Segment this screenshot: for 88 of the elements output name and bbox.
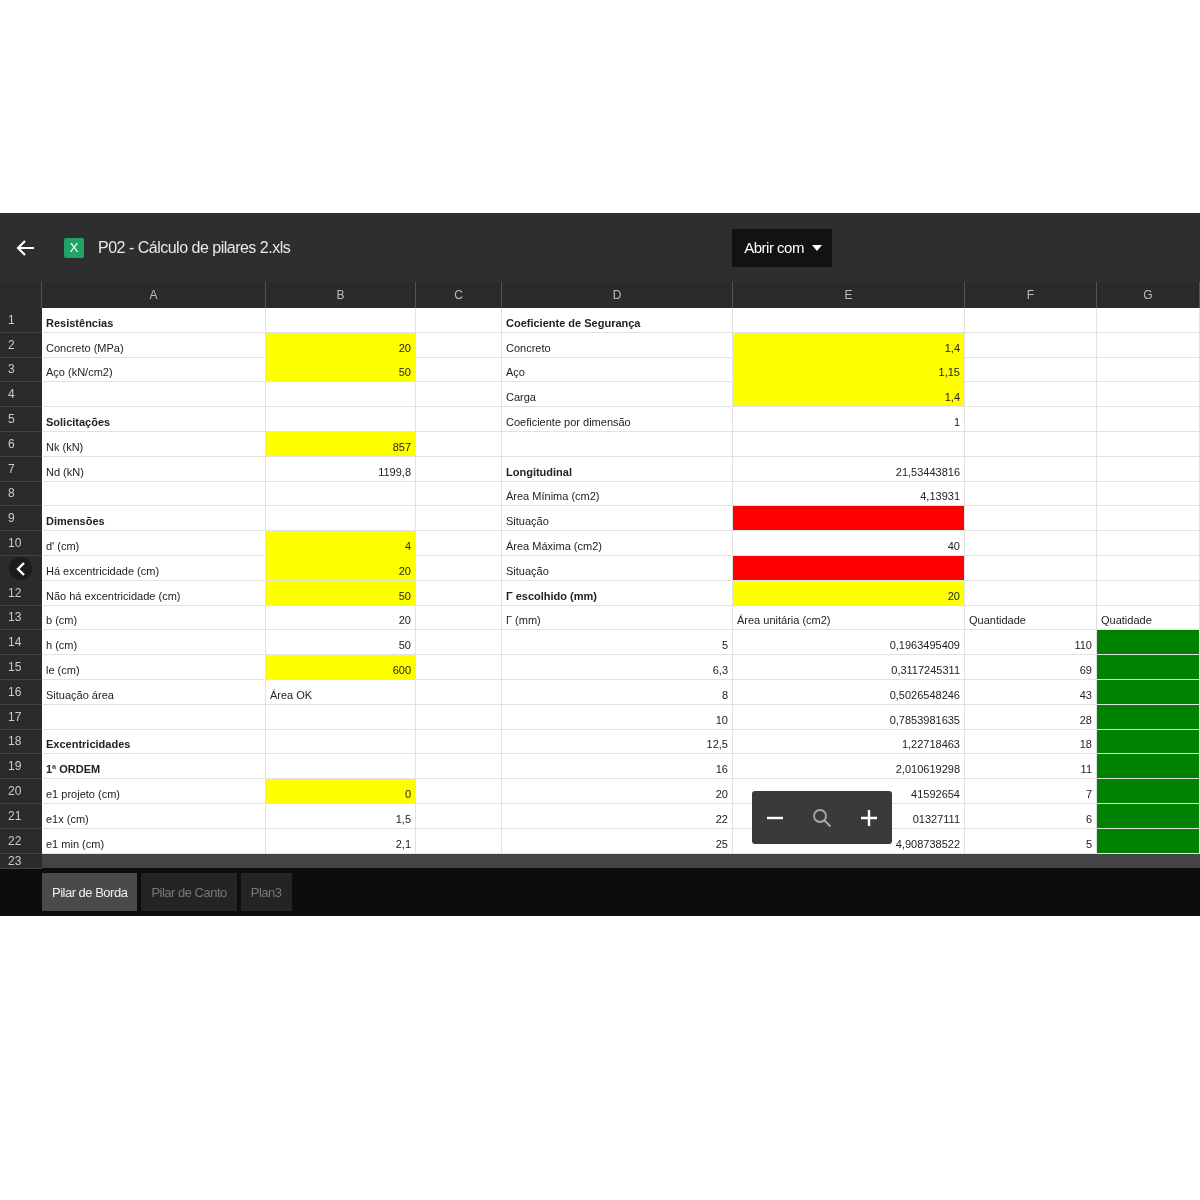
table-cell: Aço	[502, 357, 733, 383]
table-cell: 8	[502, 679, 733, 705]
table-cell: Área Mínima (cm2)	[502, 481, 733, 507]
table-cell: 21,53443816	[733, 456, 965, 482]
table-cell: Nk (kN)	[42, 432, 266, 457]
sheet-tab[interactable]: Pilar de Borda	[42, 873, 138, 912]
table-cell: Há excentricidade (cm)	[42, 555, 266, 581]
table-cell: 28	[965, 704, 1097, 730]
table-cell: 1,15	[733, 357, 965, 383]
table-cell: 11	[965, 754, 1097, 780]
table-cell: Situação área	[42, 679, 266, 705]
table-cell: 43	[965, 679, 1097, 705]
table-cell: Situação	[502, 506, 733, 532]
table-cell: 1,4	[733, 332, 965, 358]
table-cell: 1ª ORDEM	[42, 754, 266, 780]
table-cell: Área unitária (cm2)	[733, 605, 965, 631]
table-cell: 16	[502, 754, 733, 780]
table-cell: 20	[502, 779, 733, 804]
table-cell: 25	[502, 828, 733, 854]
table-cell: 0	[266, 779, 416, 804]
table-cell: 2,1	[266, 828, 416, 854]
table-cell: 6	[965, 803, 1097, 829]
table-cell: 7	[965, 779, 1097, 804]
table-cell: h (cm)	[42, 630, 266, 656]
table-cell: 0,3117245311	[733, 655, 965, 680]
table-cell: 5	[502, 630, 733, 656]
table-cell: d' (cm)	[42, 531, 266, 556]
table-cell: e1x (cm)	[42, 803, 266, 829]
table-cell: 5	[965, 828, 1097, 854]
table-cell: Concreto (MPa)	[42, 332, 266, 358]
table-cell: Carga	[502, 382, 733, 408]
zoom-in-icon[interactable]	[858, 807, 879, 828]
table-cell: 4,13931	[733, 481, 965, 507]
table-cell: Longitudinal	[502, 456, 733, 482]
table-cell: 50	[266, 357, 416, 383]
table-cell: 6,3	[502, 655, 733, 680]
table-cell: Solicitações	[42, 407, 266, 432]
table-cell: 1,22718463	[733, 729, 965, 755]
table-cell: 20	[733, 580, 965, 606]
table-cell: Área Máxima (cm2)	[502, 531, 733, 556]
table-cell: 2,010619298	[733, 754, 965, 780]
table-cell: Não há excentricidade (cm)	[42, 580, 266, 606]
table-cell: 1,5	[266, 803, 416, 829]
table-cell: 857	[266, 432, 416, 457]
table-cell: le (cm)	[42, 655, 266, 680]
table-cell: Γ (mm)	[502, 605, 733, 631]
table-cell: Coeficiente de Segurança	[502, 308, 733, 333]
table-cell: 10	[502, 704, 733, 730]
table-cell: Quatidade	[1097, 605, 1200, 631]
table-cell: 0,7853981635	[733, 704, 965, 730]
table-cell: 69	[965, 655, 1097, 680]
table-cell: e1 min (cm)	[42, 828, 266, 854]
table-cell: 0,5026548246	[733, 679, 965, 705]
table-cell: Dimensões	[42, 506, 266, 532]
table-cell: 1,4	[733, 382, 965, 408]
table-cell: 20	[266, 332, 416, 358]
table-cell: Coeficiente por dimensão	[502, 407, 733, 432]
table-cell: Nd (kN)	[42, 456, 266, 482]
open-with-button[interactable]: Abrir com	[732, 228, 832, 267]
file-name: P02 - Cálculo de pilares 2.xls	[98, 238, 291, 257]
table-cell: Área OK	[266, 679, 416, 705]
table-cell: Quantidade	[965, 605, 1097, 631]
table-cell: 0,1963495409	[733, 630, 965, 656]
table-cell: Excentricidades	[42, 729, 266, 755]
table-cell: 12,5	[502, 729, 733, 755]
table-cell: 40	[733, 531, 965, 556]
table-cell: 600	[266, 655, 416, 680]
table-cell: Situação	[502, 555, 733, 581]
table-cell: 50	[266, 580, 416, 606]
table-cell: 4	[266, 531, 416, 556]
table-cell: 18	[965, 729, 1097, 755]
table-cell: Concreto	[502, 332, 733, 358]
table-cell: Resistências	[42, 308, 266, 333]
table-cell: 20	[266, 555, 416, 581]
chevron-left-icon	[14, 560, 27, 577]
table-cell: 1	[733, 407, 965, 432]
caret-icon	[811, 244, 822, 251]
table-cell: b (cm)	[42, 605, 266, 631]
table-cell: e1 projeto (cm)	[42, 779, 266, 804]
search-icon[interactable]	[812, 807, 832, 828]
table-cell: Γ escolhido (mm)	[502, 580, 733, 606]
table-cell: Aço (kN/cm2)	[42, 357, 266, 383]
table-cell: 22	[502, 803, 733, 829]
table-cell: 1199,8	[266, 456, 416, 482]
spreadsheet-file-icon: X	[64, 237, 84, 258]
table-cell: 110	[965, 630, 1097, 656]
table-cell: 20	[266, 605, 416, 631]
table-cell: 50	[266, 630, 416, 656]
